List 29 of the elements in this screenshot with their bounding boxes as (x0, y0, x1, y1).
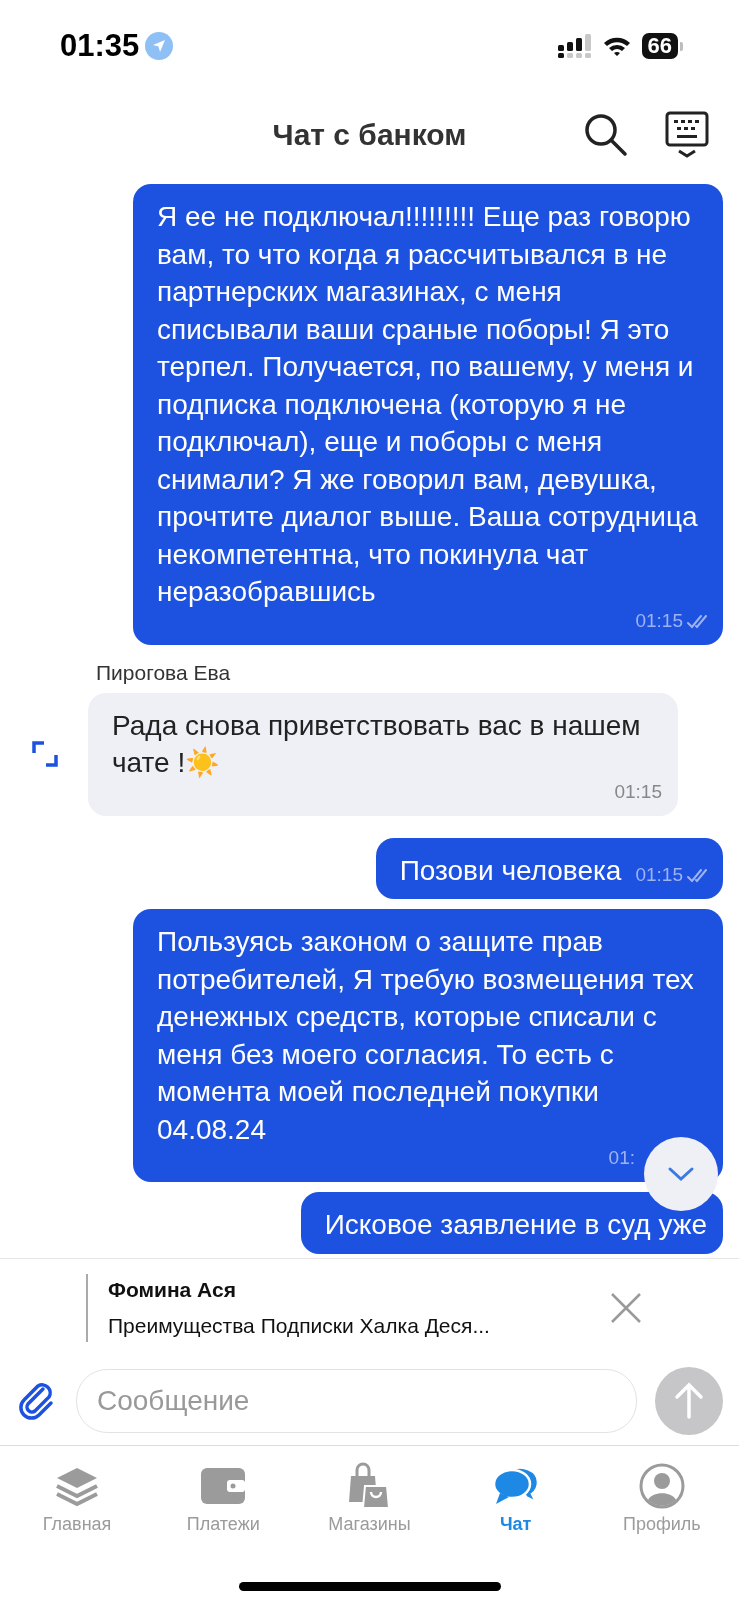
reply-author: Фомина Ася (108, 1278, 237, 1302)
message-text: Рада снова приветствовать вас в нашем чате !☀ (112, 708, 642, 780)
sender-name: Пирогова Ева (96, 660, 232, 685)
location-icon (145, 32, 174, 60)
tab-item[interactable]: Чат (445, 1462, 586, 1562)
message-field[interactable]: Сообщение (76, 1369, 637, 1433)
message-time: 01:15 (635, 865, 683, 885)
chat-title: Чат с банком (272, 118, 467, 152)
message-time: 01: (608, 1148, 635, 1168)
message-text: Исковое заявление в суд уже (324, 1208, 707, 1242)
close-icon[interactable] (609, 1291, 643, 1325)
tab-item[interactable]: Магазины (299, 1462, 440, 1562)
reply-text: Преимущества Подписки Халка Деся... (108, 1314, 490, 1338)
message-text: Я ее не подключал!!!!!!!!! Еще раз говорю вам, то что когда я рассчитывался в не партнерских магазинах, с меня списывали ваши сраные поборы! Я это терпел. Получается, по вашему, у меня и подписка подключена (которую я не подключал), еще и поборы с меня снимали? Я же говорил вам, девушка, прочтите диалог выше. Ваша сотрудница некомпетентна, что покинула чат неразобравшись (157, 200, 699, 609)
signal-icon (557, 34, 592, 58)
tab-item[interactable]: Платежи (153, 1462, 294, 1562)
scroll-down-button[interactable] (643, 1136, 719, 1212)
message-text: Пользуясь законом о защите прав потребителей, Я требую возмещения тех денежных средств, которые списали с меня без моего согласия. То есть с момента моей последней покупки 04.08.24 (157, 925, 695, 1147)
battery-level: 66 (641, 33, 678, 59)
person-icon (637, 1462, 686, 1510)
message-time: 01:15 (614, 781, 662, 802)
keyboard-icon[interactable] (665, 111, 709, 159)
tab-item[interactable]: Главная (7, 1462, 148, 1562)
search-icon[interactable] (583, 112, 629, 158)
clock-time: 01:35 (60, 28, 140, 64)
message-text: Позови человека (399, 853, 622, 888)
expand-icon[interactable] (32, 741, 58, 767)
message-time: 01:15 (635, 610, 683, 631)
tab-item[interactable]: Профиль (591, 1462, 732, 1562)
